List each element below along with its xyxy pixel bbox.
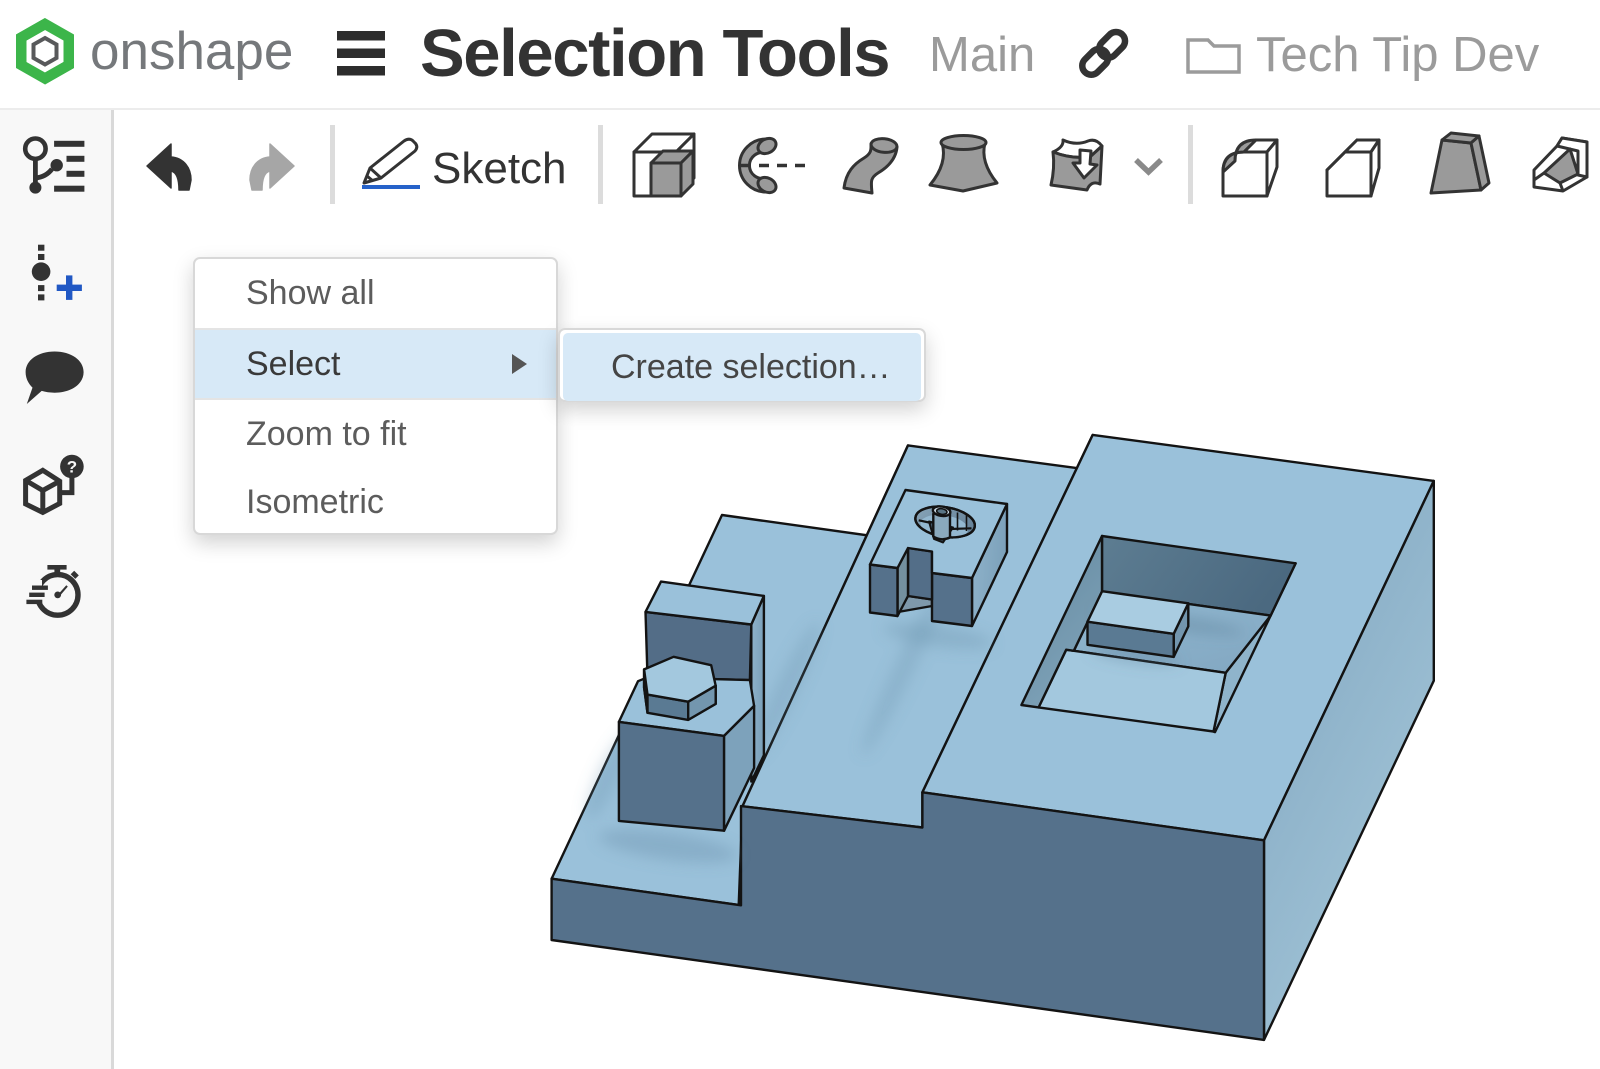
svg-text:onshape: onshape bbox=[90, 22, 293, 81]
svg-text:Sketch: Sketch bbox=[432, 144, 567, 193]
svg-text:Main: Main bbox=[929, 28, 1035, 82]
svg-text:Tech Tip Dev: Tech Tip Dev bbox=[1256, 28, 1540, 82]
svg-text:Selection Tools: Selection Tools bbox=[420, 16, 889, 91]
svg-text:?: ? bbox=[67, 458, 77, 477]
